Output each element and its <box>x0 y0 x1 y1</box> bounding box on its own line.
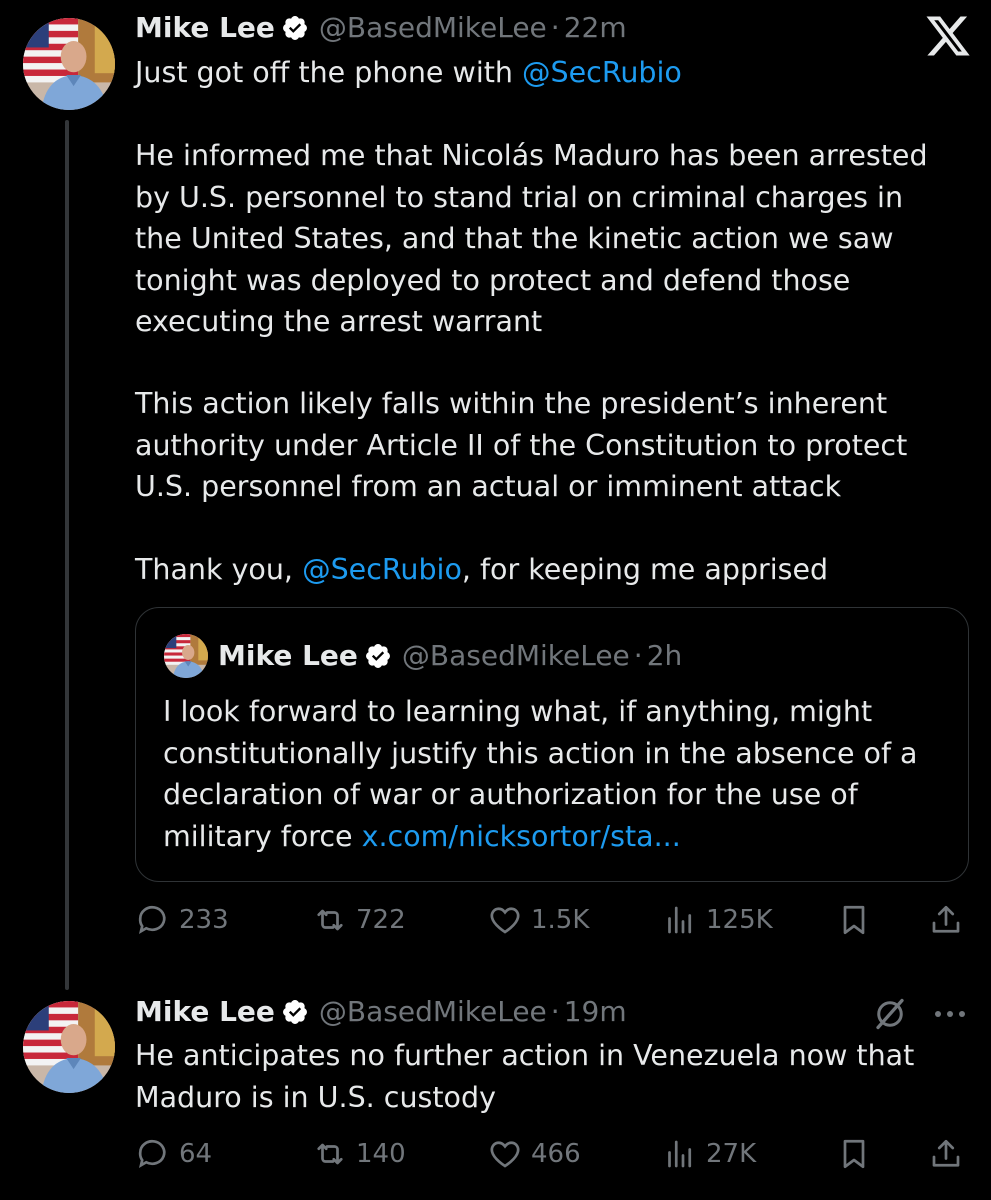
like-button[interactable]: 1.5K <box>487 898 589 942</box>
bookmark-icon <box>843 1139 865 1169</box>
reply-count: 64 <box>179 1139 213 1169</box>
repost-arrows-icon <box>317 909 343 931</box>
reply-author-name[interactable]: Mike Lee <box>135 994 275 1030</box>
verified-badge-icon <box>365 644 390 668</box>
post-paragraph-2: This action likely falls within the pres… <box>135 387 908 503</box>
bookmark-button[interactable] <box>836 1132 872 1176</box>
verified-badge-icon <box>282 16 307 40</box>
reply-count: 233 <box>179 905 229 935</box>
quoted-post-header: Mike Lee @BasedMikeLee · 2h <box>218 638 682 674</box>
reply-timestamp[interactable]: 19m <box>564 994 627 1030</box>
views-button[interactable]: 27K <box>662 1132 756 1176</box>
more-dots-icon[interactable] <box>930 1002 970 1026</box>
thanks-suffix: , for keeping me apprised <box>461 553 829 586</box>
reply-header: Mike Lee @BasedMikeLee · 19m <box>135 994 627 1030</box>
quoted-post-timestamp[interactable]: 2h <box>647 638 683 674</box>
views-count: 125K <box>706 905 773 935</box>
thanks-prefix: Thank you, <box>135 553 303 586</box>
share-button[interactable] <box>928 898 964 942</box>
like-button[interactable]: 466 <box>487 1132 581 1176</box>
quoted-post-text: I look forward to learning what, if anyt… <box>163 691 918 857</box>
post-intro-line: Just got off the phone with @SecRubio <box>135 52 682 94</box>
post-paragraph-1: He informed me that Nicolás Maduro has b… <box>135 139 928 338</box>
repost-arrows-icon <box>317 1143 343 1165</box>
separator-dot: · <box>633 639 643 672</box>
verified-badge-icon <box>282 1000 307 1024</box>
views-button[interactable]: 125K <box>662 898 773 942</box>
reply-text: He anticipates no further action in Vene… <box>135 1039 915 1114</box>
like-count: 466 <box>531 1139 581 1169</box>
author-avatar[interactable] <box>23 18 115 110</box>
views-count: 27K <box>706 1139 757 1169</box>
reply-button[interactable]: 233 <box>135 898 229 942</box>
quoted-author-avatar[interactable] <box>164 634 208 678</box>
repost-button[interactable]: 140 <box>312 1132 406 1176</box>
post-header: Mike Lee @BasedMikeLee · 22m <box>135 10 627 46</box>
heart-icon <box>490 907 520 934</box>
x-logo-icon[interactable] <box>924 12 972 60</box>
share-button[interactable] <box>928 1132 964 1176</box>
repost-count: 722 <box>356 905 406 935</box>
mention-link[interactable]: @SecRubio <box>522 56 682 89</box>
post-action-bar: 233 722 1.5K 125K <box>0 898 991 942</box>
mention-link[interactable]: @SecRubio <box>302 553 462 586</box>
reply-author-avatar[interactable] <box>23 1001 115 1093</box>
grok-slash-icon[interactable] <box>872 996 908 1032</box>
separator-dot: · <box>550 11 560 44</box>
reply-button[interactable]: 64 <box>135 1132 212 1176</box>
bar-chart-icon <box>668 1140 692 1168</box>
share-upload-icon <box>932 1139 960 1167</box>
separator-dot: · <box>550 995 560 1028</box>
quoted-author-name[interactable]: Mike Lee <box>218 638 358 674</box>
author-name[interactable]: Mike Lee <box>135 10 275 46</box>
bookmark-button[interactable] <box>836 898 872 942</box>
repost-button[interactable]: 722 <box>312 898 406 942</box>
quoted-post-link[interactable]: x.com/nicksortor/sta... <box>362 820 681 853</box>
thread-connector-line <box>65 120 69 990</box>
reply-bubble-icon <box>138 905 166 934</box>
reply-author-handle[interactable]: @BasedMikeLee <box>319 994 547 1030</box>
post-timestamp[interactable]: 22m <box>564 10 627 46</box>
quoted-author-handle[interactable]: @BasedMikeLee <box>402 638 630 674</box>
repost-count: 140 <box>356 1139 406 1169</box>
bookmark-icon <box>843 905 865 935</box>
post-thanks-line: Thank you, @SecRubio, for keeping me app… <box>135 549 828 591</box>
reply-bubble-icon <box>138 1139 166 1168</box>
share-upload-icon <box>932 905 960 933</box>
like-count: 1.5K <box>531 905 590 935</box>
post-intro-text: Just got off the phone with <box>135 56 523 89</box>
reply-action-bar: 64 140 466 27K <box>0 1132 991 1176</box>
heart-icon <box>490 1141 520 1168</box>
bar-chart-icon <box>668 906 692 934</box>
author-handle[interactable]: @BasedMikeLee <box>319 10 547 46</box>
